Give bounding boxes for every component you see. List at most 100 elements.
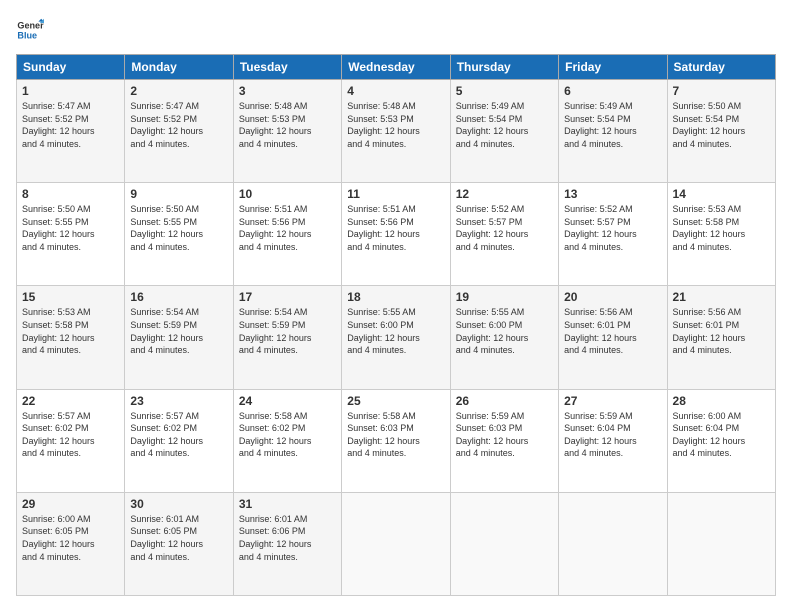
header-wednesday: Wednesday: [342, 55, 450, 80]
day-detail: Sunrise: 6:00 AMSunset: 6:05 PMDaylight:…: [22, 514, 95, 562]
calendar-cell: 27 Sunrise: 5:59 AMSunset: 6:04 PMDayligh…: [559, 389, 667, 492]
calendar-cell: 22 Sunrise: 5:57 AMSunset: 6:02 PMDayligh…: [17, 389, 125, 492]
calendar-cell: 2 Sunrise: 5:47 AMSunset: 5:52 PMDaylight…: [125, 80, 233, 183]
day-number: 22: [22, 394, 119, 408]
day-detail: Sunrise: 5:58 AMSunset: 6:02 PMDaylight:…: [239, 411, 312, 459]
day-detail: Sunrise: 5:55 AMSunset: 6:00 PMDaylight:…: [456, 307, 529, 355]
week-row-2: 8 Sunrise: 5:50 AMSunset: 5:55 PMDaylight…: [17, 183, 776, 286]
day-number: 14: [673, 187, 770, 201]
calendar-cell: [450, 492, 558, 595]
logo: General Blue: [16, 16, 44, 44]
day-number: 3: [239, 84, 336, 98]
day-number: 6: [564, 84, 661, 98]
day-number: 31: [239, 497, 336, 511]
week-row-4: 22 Sunrise: 5:57 AMSunset: 6:02 PMDayligh…: [17, 389, 776, 492]
calendar-cell: 6 Sunrise: 5:49 AMSunset: 5:54 PMDaylight…: [559, 80, 667, 183]
day-number: 28: [673, 394, 770, 408]
day-detail: Sunrise: 5:50 AMSunset: 5:54 PMDaylight:…: [673, 101, 746, 149]
day-number: 15: [22, 290, 119, 304]
calendar-table: SundayMondayTuesdayWednesdayThursdayFrid…: [16, 54, 776, 596]
day-number: 10: [239, 187, 336, 201]
day-number: 2: [130, 84, 227, 98]
day-detail: Sunrise: 5:55 AMSunset: 6:00 PMDaylight:…: [347, 307, 420, 355]
calendar-cell: [559, 492, 667, 595]
header-thursday: Thursday: [450, 55, 558, 80]
calendar-cell: 23 Sunrise: 5:57 AMSunset: 6:02 PMDayligh…: [125, 389, 233, 492]
day-number: 20: [564, 290, 661, 304]
day-number: 27: [564, 394, 661, 408]
day-detail: Sunrise: 5:49 AMSunset: 5:54 PMDaylight:…: [564, 101, 637, 149]
calendar-cell: [667, 492, 775, 595]
day-detail: Sunrise: 5:56 AMSunset: 6:01 PMDaylight:…: [564, 307, 637, 355]
calendar-cell: 28 Sunrise: 6:00 AMSunset: 6:04 PMDayligh…: [667, 389, 775, 492]
day-number: 29: [22, 497, 119, 511]
day-detail: Sunrise: 5:48 AMSunset: 5:53 PMDaylight:…: [347, 101, 420, 149]
day-detail: Sunrise: 5:58 AMSunset: 6:03 PMDaylight:…: [347, 411, 420, 459]
day-detail: Sunrise: 5:53 AMSunset: 5:58 PMDaylight:…: [673, 204, 746, 252]
day-detail: Sunrise: 5:57 AMSunset: 6:02 PMDaylight:…: [22, 411, 95, 459]
day-number: 24: [239, 394, 336, 408]
page: General Blue SundayMondayTuesdayWednesda…: [0, 0, 792, 612]
day-detail: Sunrise: 5:59 AMSunset: 6:04 PMDaylight:…: [564, 411, 637, 459]
day-number: 25: [347, 394, 444, 408]
day-detail: Sunrise: 5:57 AMSunset: 6:02 PMDaylight:…: [130, 411, 203, 459]
calendar-cell: 1Sunrise: 5:47 AMSunset: 5:52 PMDaylight…: [17, 80, 125, 183]
day-number: 8: [22, 187, 119, 201]
calendar-cell: 10 Sunrise: 5:51 AMSunset: 5:56 PMDayligh…: [233, 183, 341, 286]
svg-text:Blue: Blue: [17, 30, 37, 40]
day-detail: Sunrise: 6:00 AMSunset: 6:04 PMDaylight:…: [673, 411, 746, 459]
calendar-cell: 30 Sunrise: 6:01 AMSunset: 6:05 PMDayligh…: [125, 492, 233, 595]
day-number: 4: [347, 84, 444, 98]
calendar-cell: 7 Sunrise: 5:50 AMSunset: 5:54 PMDaylight…: [667, 80, 775, 183]
day-detail: Sunrise: 5:49 AMSunset: 5:54 PMDaylight:…: [456, 101, 529, 149]
day-detail: Sunrise: 5:47 AMSunset: 5:52 PMDaylight:…: [22, 101, 95, 149]
day-detail: Sunrise: 5:56 AMSunset: 6:01 PMDaylight:…: [673, 307, 746, 355]
week-row-1: 1Sunrise: 5:47 AMSunset: 5:52 PMDaylight…: [17, 80, 776, 183]
calendar-cell: 4 Sunrise: 5:48 AMSunset: 5:53 PMDaylight…: [342, 80, 450, 183]
day-number: 9: [130, 187, 227, 201]
day-detail: Sunrise: 6:01 AMSunset: 6:05 PMDaylight:…: [130, 514, 203, 562]
day-number: 5: [456, 84, 553, 98]
calendar-cell: 13Sunrise: 5:52 AMSunset: 5:57 PMDayligh…: [559, 183, 667, 286]
calendar-cell: 20 Sunrise: 5:56 AMSunset: 6:01 PMDayligh…: [559, 286, 667, 389]
day-detail: Sunrise: 5:48 AMSunset: 5:53 PMDaylight:…: [239, 101, 312, 149]
calendar-cell: 17 Sunrise: 5:54 AMSunset: 5:59 PMDayligh…: [233, 286, 341, 389]
header-monday: Monday: [125, 55, 233, 80]
header-tuesday: Tuesday: [233, 55, 341, 80]
day-number: 12: [456, 187, 553, 201]
day-number: 18: [347, 290, 444, 304]
day-detail: Sunrise: 5:59 AMSunset: 6:03 PMDaylight:…: [456, 411, 529, 459]
day-number: 16: [130, 290, 227, 304]
day-number: 13: [564, 187, 661, 201]
day-detail: Sunrise: 5:52 AMSunset: 5:57 PMDaylight:…: [456, 204, 529, 252]
day-detail: Sunrise: 6:01 AMSunset: 6:06 PMDaylight:…: [239, 514, 312, 562]
calendar-cell: 15Sunrise: 5:53 AMSunset: 5:58 PMDayligh…: [17, 286, 125, 389]
calendar-cell: 24 Sunrise: 5:58 AMSunset: 6:02 PMDayligh…: [233, 389, 341, 492]
day-number: 17: [239, 290, 336, 304]
day-detail: Sunrise: 5:51 AMSunset: 5:56 PMDaylight:…: [239, 204, 312, 252]
day-detail: Sunrise: 5:54 AMSunset: 5:59 PMDaylight:…: [239, 307, 312, 355]
day-detail: Sunrise: 5:50 AMSunset: 5:55 PMDaylight:…: [22, 204, 95, 252]
calendar-cell: 5 Sunrise: 5:49 AMSunset: 5:54 PMDaylight…: [450, 80, 558, 183]
day-detail: Sunrise: 5:50 AMSunset: 5:55 PMDaylight:…: [130, 204, 203, 252]
day-number: 7: [673, 84, 770, 98]
day-number: 26: [456, 394, 553, 408]
calendar-cell: 14 Sunrise: 5:53 AMSunset: 5:58 PMDayligh…: [667, 183, 775, 286]
day-number: 19: [456, 290, 553, 304]
day-detail: Sunrise: 5:47 AMSunset: 5:52 PMDaylight:…: [130, 101, 203, 149]
svg-text:General: General: [17, 21, 44, 31]
day-number: 11: [347, 187, 444, 201]
day-detail: Sunrise: 5:51 AMSunset: 5:56 PMDaylight:…: [347, 204, 420, 252]
day-number: 23: [130, 394, 227, 408]
calendar-cell: [342, 492, 450, 595]
calendar-cell: 18 Sunrise: 5:55 AMSunset: 6:00 PMDayligh…: [342, 286, 450, 389]
week-row-5: 29 Sunrise: 6:00 AMSunset: 6:05 PMDayligh…: [17, 492, 776, 595]
day-number: 30: [130, 497, 227, 511]
calendar-cell: 25 Sunrise: 5:58 AMSunset: 6:03 PMDayligh…: [342, 389, 450, 492]
calendar-cell: 9 Sunrise: 5:50 AMSunset: 5:55 PMDaylight…: [125, 183, 233, 286]
calendar-body: 1Sunrise: 5:47 AMSunset: 5:52 PMDaylight…: [17, 80, 776, 596]
calendar-cell: 31 Sunrise: 6:01 AMSunset: 6:06 PMDayligh…: [233, 492, 341, 595]
calendar-cell: 12 Sunrise: 5:52 AMSunset: 5:57 PMDayligh…: [450, 183, 558, 286]
calendar-cell: 16Sunrise: 5:54 AMSunset: 5:59 PMDayligh…: [125, 286, 233, 389]
calendar-cell: 11 Sunrise: 5:51 AMSunset: 5:56 PMDayligh…: [342, 183, 450, 286]
